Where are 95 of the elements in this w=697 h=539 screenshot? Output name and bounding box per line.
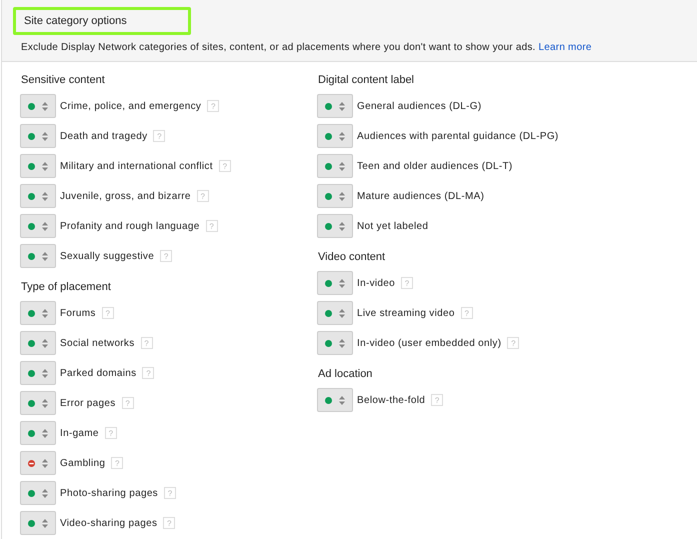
category-label: In-game — [60, 428, 99, 438]
up-down-arrows-icon — [338, 162, 345, 170]
status-dropdown[interactable] — [20, 421, 56, 445]
category-label: Error pages — [60, 398, 116, 408]
status-dropdown[interactable] — [20, 391, 56, 415]
category-heading: Sensitive content — [21, 73, 106, 88]
status-dropdown[interactable] — [317, 94, 353, 118]
help-icon[interactable]: ? — [142, 367, 154, 379]
up-down-arrows-icon — [42, 222, 48, 230]
status-dropdown[interactable] — [317, 184, 353, 208]
status-dropdown[interactable] — [20, 94, 56, 118]
up-down-arrows-icon — [42, 488, 48, 498]
category-label: Not yet labeled — [357, 220, 428, 232]
up-down-arrows-icon — [338, 132, 345, 140]
category-label: Below-the-fold — [357, 394, 426, 406]
help-icon[interactable]: ? — [104, 427, 117, 439]
up-down-arrows-icon — [42, 102, 48, 110]
category-label: Forums — [60, 308, 96, 318]
up-down-arrows-icon — [42, 308, 48, 318]
category-label: Crime, police, and emergency — [60, 100, 202, 112]
category-heading: Digital content label — [318, 73, 416, 88]
up-down-arrows-icon — [42, 368, 48, 378]
category-label: Profanity and rough language — [60, 220, 200, 232]
status-dropdown[interactable] — [20, 511, 56, 535]
up-down-arrows-icon — [42, 428, 48, 438]
help-icon[interactable]: ? — [218, 160, 231, 172]
status-dropdown[interactable] — [317, 331, 353, 355]
help-icon[interactable]: ? — [140, 337, 153, 349]
status-dropdown[interactable] — [20, 361, 56, 385]
status-dropdown[interactable] — [20, 124, 56, 148]
up-down-arrows-icon — [338, 102, 345, 110]
category-label: Juvenile, gross, and bizarre — [60, 190, 191, 202]
help-icon[interactable]: ? — [163, 517, 176, 529]
status-dropdown[interactable] — [317, 271, 353, 295]
status-dropdown[interactable] — [20, 451, 56, 475]
status-dropdown[interactable] — [20, 214, 56, 238]
status-dropdown[interactable] — [20, 154, 56, 178]
help-icon[interactable]: ? — [507, 337, 520, 349]
category-label: Photo-sharing pages — [60, 488, 158, 498]
help-icon[interactable]: ? — [111, 457, 124, 469]
up-down-arrows-icon — [42, 518, 48, 528]
category-label: Gambling — [60, 458, 106, 468]
status-dropdown[interactable] — [317, 301, 353, 325]
category-heading: Ad location — [318, 367, 374, 382]
category-label: Live streaming video — [357, 308, 455, 318]
status-dropdown[interactable] — [317, 214, 353, 238]
category-label: General audiences (DL-G) — [357, 100, 482, 112]
up-down-arrows-icon — [42, 132, 48, 140]
help-icon[interactable]: ? — [460, 307, 473, 319]
category-label: Video-sharing pages — [60, 518, 158, 528]
up-down-arrows-icon — [338, 278, 345, 288]
category-label: Sexually suggestive — [60, 250, 154, 262]
help-icon[interactable]: ? — [153, 130, 166, 142]
category-label: Military and international conflict — [60, 160, 213, 172]
help-icon[interactable]: ? — [196, 190, 209, 202]
up-down-arrows-icon — [42, 162, 48, 170]
status-dropdown[interactable] — [20, 184, 56, 208]
up-down-arrows-icon — [42, 252, 48, 260]
category-label: In-video — [357, 278, 395, 288]
category-label: Teen and older audiences (DL-T) — [357, 160, 512, 172]
description-text: Exclude Display Network categories of sites, content, or ad placements where you don't want to show your ads. Learn more — [20, 42, 593, 53]
category-label: In-video (user embedded only) — [357, 338, 502, 348]
help-icon[interactable]: ? — [431, 394, 444, 406]
category-label: Parked domains — [60, 368, 136, 378]
help-icon[interactable]: ? — [207, 100, 220, 112]
category-label: Mature audiences (DL-MA) — [357, 190, 484, 202]
status-dropdown[interactable] — [20, 301, 56, 325]
category-label: Death and tragedy — [60, 130, 148, 142]
category-label: Social networks — [60, 338, 135, 348]
up-down-arrows-icon — [42, 458, 48, 468]
up-down-arrows-icon — [42, 398, 48, 408]
status-dropdown[interactable] — [317, 388, 353, 412]
help-icon[interactable]: ? — [122, 397, 134, 409]
status-dropdown[interactable] — [20, 481, 56, 505]
help-icon[interactable]: ? — [400, 277, 413, 289]
up-down-arrows-icon — [42, 338, 48, 348]
learn-more-link[interactable]: Learn more — [538, 42, 592, 53]
help-icon[interactable]: ? — [160, 250, 172, 262]
up-down-arrows-icon — [338, 222, 345, 230]
category-heading: Video content — [318, 250, 386, 265]
category-heading: Type of placement — [21, 280, 112, 295]
up-down-arrows-icon — [338, 308, 345, 318]
up-down-arrows-icon — [42, 192, 48, 200]
section-title: Site category options — [13, 7, 191, 35]
category-label: Audiences with parental guidance (DL-PG) — [357, 130, 559, 142]
status-dropdown[interactable] — [317, 154, 353, 178]
help-icon[interactable]: ? — [164, 487, 176, 499]
up-down-arrows-icon — [338, 396, 345, 404]
up-down-arrows-icon — [338, 338, 345, 348]
status-dropdown[interactable] — [317, 124, 353, 148]
up-down-arrows-icon — [338, 192, 345, 200]
help-icon[interactable]: ? — [206, 220, 218, 232]
status-dropdown[interactable] — [20, 244, 56, 268]
help-icon[interactable]: ? — [102, 307, 114, 319]
status-dropdown[interactable] — [20, 331, 56, 355]
